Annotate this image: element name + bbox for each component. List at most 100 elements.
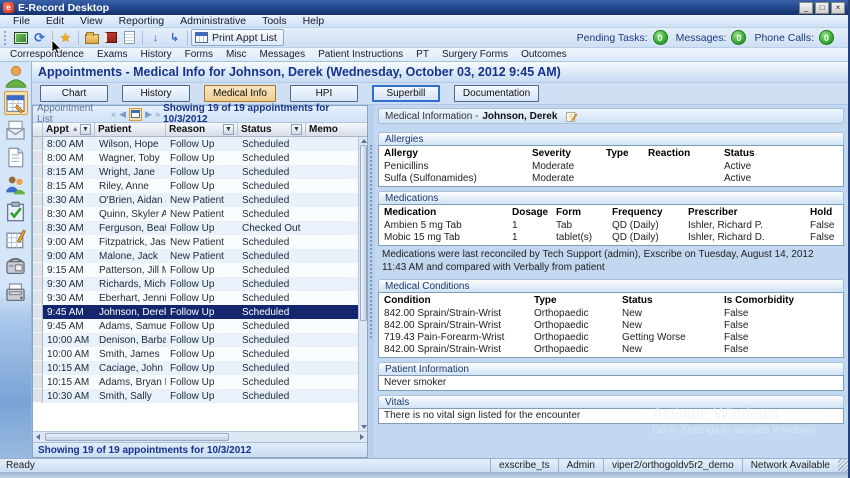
- menu-item[interactable]: Tools: [255, 15, 294, 27]
- menu-item[interactable]: Reporting: [112, 15, 172, 27]
- conditions-section-header[interactable]: Medical Conditions: [378, 279, 844, 292]
- sidebar-item-patients[interactable]: [4, 172, 28, 196]
- sidebar-item-tasks[interactable]: [4, 199, 28, 223]
- medication-row[interactable]: Mobic 15 mg Tab1tablet(s) QD (Daily)Ishl…: [379, 231, 843, 243]
- column-header-memo[interactable]: Memo: [306, 123, 367, 136]
- appointment-row[interactable]: 10:00 AM Denison, Barbara Follow Up Sche…: [33, 333, 367, 347]
- appointment-row[interactable]: 8:15 AM Wright, Jane Follow Up Scheduled: [33, 165, 367, 179]
- condition-row[interactable]: 842.00 Sprain/Strain-WristOrthopaedic Ne…: [379, 343, 843, 355]
- nav-next-icon[interactable]: ▶: [145, 109, 152, 120]
- nav-first-icon[interactable]: «: [111, 109, 116, 119]
- sidebar-item-fax[interactable]: [4, 280, 28, 304]
- section-tab[interactable]: Exams: [91, 49, 134, 61]
- section-tab[interactable]: Messages: [254, 49, 312, 61]
- nav-last-icon[interactable]: »: [155, 109, 160, 119]
- refresh-icon[interactable]: ⟳: [31, 30, 48, 46]
- resize-grip[interactable]: [838, 459, 848, 472]
- appointment-row[interactable]: 10:00 AM Smith, James Follow Up Schedule…: [33, 347, 367, 361]
- condition-row[interactable]: 842.00 Sprain/Strain-WristOrthopaedic Ne…: [379, 319, 843, 331]
- condition-row[interactable]: 719.43 Pain-Forearm-WristOrthopaedic Get…: [379, 331, 843, 343]
- medications-section-header[interactable]: Medications: [378, 191, 844, 204]
- menu-item[interactable]: Edit: [39, 15, 71, 27]
- column-header-reason[interactable]: Reason ▼: [166, 123, 238, 136]
- allergies-section-header[interactable]: Allergies: [378, 132, 844, 145]
- sidebar-item-charges[interactable]: [4, 226, 28, 250]
- messages-counter[interactable]: Messages: 0: [676, 30, 747, 45]
- scroll-right-icon[interactable]: [360, 434, 364, 440]
- view-subtab[interactable]: Medical Info: [204, 85, 276, 102]
- column-header-appt[interactable]: Appt ▲ ▼: [43, 123, 95, 136]
- appointment-row[interactable]: 8:30 AM Quinn, Skyler A. New Patient Sch…: [33, 207, 367, 221]
- appointment-row[interactable]: 9:00 AM Fitzpatrick, Jason New Patient S…: [33, 235, 367, 249]
- section-tab[interactable]: Correspondence: [4, 49, 90, 61]
- appointment-row[interactable]: 8:30 AM Ferguson, Beatriz Follow Up Chec…: [33, 221, 367, 235]
- reason-filter-dropdown-icon[interactable]: ▼: [223, 124, 234, 135]
- sidebar-item-correspondence[interactable]: [4, 118, 28, 142]
- view-subtab[interactable]: Chart: [40, 85, 108, 102]
- appointment-row[interactable]: 8:15 AM Riley, Anne Follow Up Scheduled: [33, 179, 367, 193]
- view-subtab[interactable]: Documentation: [454, 85, 539, 102]
- scroll-left-icon[interactable]: [36, 434, 40, 440]
- status-filter-dropdown-icon[interactable]: ▼: [291, 124, 302, 135]
- scroll-down-icon[interactable]: [361, 425, 367, 429]
- appointment-row[interactable]: 9:45 AM Adams, Samuel Follow Up Schedule…: [33, 319, 367, 333]
- open-folder-icon[interactable]: [83, 30, 100, 46]
- appointment-row[interactable]: 8:00 AM Wilson, Hope Follow Up Scheduled: [33, 137, 367, 151]
- view-subtab[interactable]: HPI: [290, 85, 358, 102]
- phone-calls-counter[interactable]: Phone Calls: 0: [754, 30, 834, 45]
- vitals-section-header[interactable]: Vitals: [378, 395, 844, 408]
- send-branch-icon[interactable]: ↳: [166, 30, 183, 46]
- horizontal-scrollbar[interactable]: [33, 431, 367, 442]
- section-tab[interactable]: Outcomes: [515, 49, 573, 61]
- allergy-row[interactable]: Sulfa (Sulfonamides)Moderate Active: [379, 172, 843, 184]
- column-header-status[interactable]: Status ▼: [238, 123, 306, 136]
- appointment-row[interactable]: 9:30 AM Eberhart, Jennifer Follow Up Sch…: [33, 291, 367, 305]
- view-subtab[interactable]: Superbill: [372, 85, 440, 102]
- exam-room-icon[interactable]: [12, 30, 29, 46]
- menu-item[interactable]: File: [6, 15, 37, 27]
- section-tab[interactable]: PT: [410, 49, 435, 61]
- pending-tasks-counter[interactable]: Pending Tasks: 0: [577, 30, 668, 45]
- section-tab[interactable]: History: [135, 49, 178, 61]
- patient-information-section-header[interactable]: Patient Information: [378, 362, 844, 375]
- appointment-row[interactable]: 9:00 AM Malone, Jack New Patient Schedul…: [33, 249, 367, 263]
- appointment-row[interactable]: 10:15 AM Adams, Bryan R. Follow Up Sched…: [33, 375, 367, 389]
- column-header-patient[interactable]: Patient: [95, 123, 166, 136]
- menu-item[interactable]: View: [73, 15, 110, 27]
- document-icon[interactable]: [121, 30, 138, 46]
- send-down-icon[interactable]: ↓: [147, 30, 164, 46]
- vertical-scroll-thumb[interactable]: [360, 145, 367, 321]
- sidebar-item-schedule[interactable]: [4, 91, 28, 115]
- section-tab[interactable]: Patient Instructions: [312, 49, 409, 61]
- menu-item[interactable]: Administrative: [173, 15, 253, 27]
- sidebar-item-phone[interactable]: [4, 253, 28, 277]
- appointment-row[interactable]: 9:30 AM Richards, Michelle Follow Up Sch…: [33, 277, 367, 291]
- view-subtab[interactable]: History: [122, 85, 190, 102]
- appointment-row[interactable]: 8:00 AM Wagner, Toby Follow Up Scheduled: [33, 151, 367, 165]
- appointment-row[interactable]: 9:45 AM Johnson, Derek Follow Up Schedul…: [33, 305, 367, 319]
- appointment-row[interactable]: 9:15 AM Patterson, Jill Marie Follow Up …: [33, 263, 367, 277]
- edit-icon[interactable]: [565, 110, 578, 123]
- appointment-row[interactable]: 10:30 AM Smith, Sally Follow Up Schedule…: [33, 389, 367, 403]
- maximize-icon[interactable]: □: [815, 2, 829, 14]
- print-appt-list-button[interactable]: Print Appt List: [191, 29, 284, 46]
- allergy-row[interactable]: PenicillinsModerate Active: [379, 160, 843, 172]
- scroll-up-icon[interactable]: [361, 139, 367, 143]
- sidebar-item-documents[interactable]: [4, 145, 28, 169]
- appt-filter-dropdown-icon[interactable]: ▼: [80, 124, 91, 135]
- vertical-scrollbar[interactable]: [358, 137, 367, 431]
- appointment-row[interactable]: 10:15 AM Caciage, John Follow Up Schedul…: [33, 361, 367, 375]
- minimize-icon[interactable]: _: [799, 2, 813, 14]
- nav-calendar-icon[interactable]: [129, 108, 142, 121]
- section-tab[interactable]: Forms: [179, 49, 219, 61]
- medication-row[interactable]: Ambien 5 mg Tab1Tab QD (Daily)Ishler, Ri…: [379, 219, 843, 231]
- section-tab[interactable]: Misc: [220, 49, 253, 61]
- menu-item[interactable]: Help: [296, 15, 332, 27]
- nav-prev-icon[interactable]: ◀: [119, 109, 126, 120]
- patient-avatar-icon[interactable]: [4, 64, 28, 88]
- ledger-icon[interactable]: [102, 30, 119, 46]
- section-tab[interactable]: Surgery Forms: [436, 49, 514, 61]
- appointment-row[interactable]: 8:30 AM O'Brien, Aidan J. New Patient Sc…: [33, 193, 367, 207]
- condition-row[interactable]: 842.00 Sprain/Strain-WristOrthopaedic Ne…: [379, 307, 843, 319]
- horizontal-scroll-thumb[interactable]: [45, 433, 229, 441]
